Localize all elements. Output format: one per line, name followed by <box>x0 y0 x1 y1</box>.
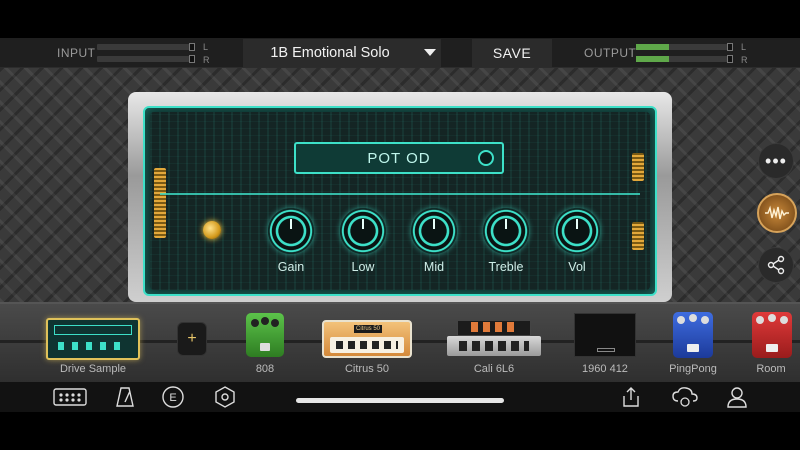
amp-right-grille-top <box>632 153 644 181</box>
tuner-button[interactable]: E <box>159 385 187 409</box>
home-indicator[interactable] <box>296 398 504 403</box>
chain-808-pedal[interactable] <box>246 313 284 357</box>
more-options-button[interactable]: ••• <box>758 143 794 179</box>
output-clip-right <box>727 55 733 63</box>
output-meter-right <box>636 56 731 62</box>
letterbox-bottom <box>0 412 800 450</box>
amp-name-plate: POT OD <box>294 142 504 174</box>
vol-label: Vol <box>568 260 586 274</box>
tuner-letter: E <box>169 392 176 404</box>
gain-knob[interactable] <box>268 208 314 254</box>
amp-name: POT OD <box>367 149 431 167</box>
share-icon <box>767 255 785 275</box>
preset-selector[interactable]: 1B Emotional Solo <box>243 39 441 67</box>
tuner-icon: E <box>162 386 184 408</box>
input-clip-right <box>189 55 195 63</box>
chain-label-room: Room <box>756 363 786 375</box>
pedalboard-button[interactable] <box>52 385 88 409</box>
citrus-badge: Citrus 50 <box>354 325 382 333</box>
waveform-icon <box>765 205 789 220</box>
chain-label-drive-sample: Drive Sample <box>59 363 127 375</box>
upload-button[interactable] <box>618 385 644 409</box>
input-label: INPUT <box>57 46 96 60</box>
save-button[interactable]: SAVE <box>472 39 552 67</box>
chain-label-citrus-50: Citrus 50 <box>344 363 390 375</box>
mid-label: Mid <box>423 260 445 274</box>
share-button[interactable] <box>758 247 794 283</box>
pedalboard-icon <box>53 388 87 406</box>
input-meter-right <box>97 56 192 62</box>
output-channel-l: L <box>741 42 747 52</box>
mid-knob[interactable] <box>411 208 457 254</box>
user-icon <box>727 387 747 408</box>
input-clip-left <box>189 43 195 51</box>
chain-label-1960-412: 1960 412 <box>582 363 628 375</box>
output-clip-left <box>727 43 733 51</box>
chain-citrus-50[interactable]: Citrus 50 <box>322 320 412 358</box>
chain-room-pedal[interactable] <box>752 312 792 358</box>
chevron-down-icon[interactable] <box>424 49 436 56</box>
chain-pingpong-pedal[interactable] <box>673 312 713 358</box>
upload-icon <box>623 387 639 407</box>
low-knob[interactable] <box>340 208 386 254</box>
treble-knob[interactable] <box>483 208 529 254</box>
chain-drive-sample[interactable] <box>46 318 140 360</box>
amp-divider <box>160 193 640 195</box>
vol-knob[interactable] <box>554 208 600 254</box>
chain-label-808: 808 <box>255 363 275 375</box>
output-label: OUTPUT <box>584 46 637 60</box>
chain-label-pingpong: PingPong <box>669 363 717 375</box>
chain-cali-6l6[interactable] <box>447 320 541 358</box>
cloud-sync-button[interactable] <box>670 385 700 409</box>
input-channel-l: L <box>203 42 209 52</box>
metronome-icon <box>116 387 134 407</box>
amp-title-right-dot <box>478 150 494 166</box>
preset-name: 1B Emotional Solo <box>270 45 390 61</box>
add-effect-button[interactable]: + <box>177 322 207 356</box>
chain-1960-412-cab[interactable] <box>574 313 636 357</box>
hexagon-button[interactable] <box>212 385 238 409</box>
output-meter-left <box>636 44 731 50</box>
letterbox-top <box>0 0 800 38</box>
amp-left-grille <box>154 168 166 238</box>
gain-label: Gain <box>277 260 305 274</box>
output-channel-r: R <box>741 55 748 65</box>
hexagon-icon <box>215 386 235 408</box>
input-meter-left <box>97 44 192 50</box>
user-button[interactable] <box>724 385 750 409</box>
low-label: Low <box>351 260 375 274</box>
input-channel-r: R <box>203 55 210 65</box>
plus-icon: + <box>187 330 197 347</box>
amp-right-grille-bottom <box>632 222 644 250</box>
power-led-icon[interactable] <box>203 221 221 239</box>
more-dots-icon: ••• <box>765 151 787 171</box>
treble-label: Treble <box>488 260 524 274</box>
chain-label-cali-6l6: Cali 6L6 <box>473 363 515 375</box>
cloud-sync-icon <box>672 387 698 407</box>
waveform-button[interactable] <box>757 193 797 233</box>
metronome-button[interactable] <box>112 385 138 409</box>
